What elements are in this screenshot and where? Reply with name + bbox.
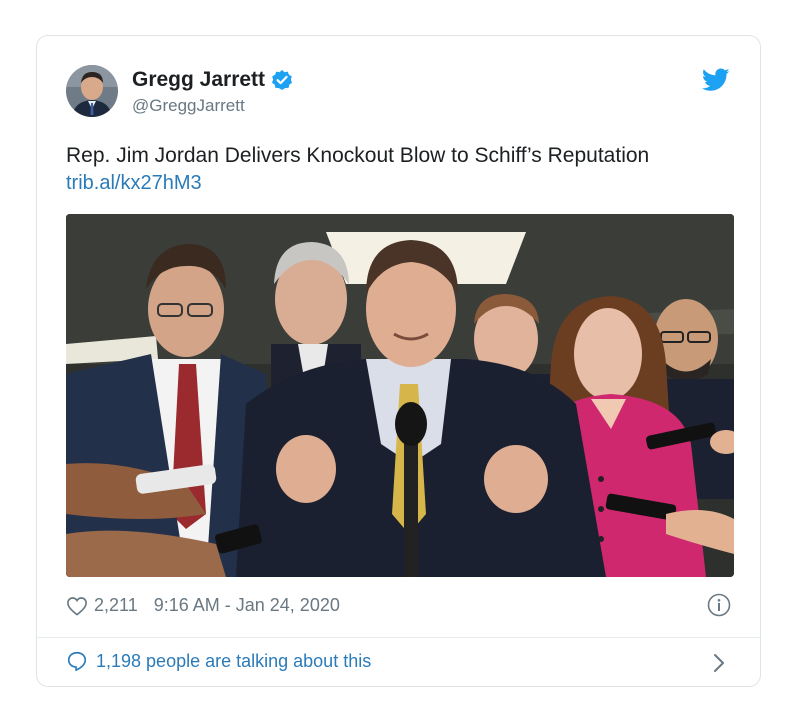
conversation-link[interactable]: 1,198 people are talking about this bbox=[66, 650, 371, 672]
chevron-right-icon[interactable] bbox=[712, 652, 726, 674]
like-count[interactable]: 2,211 bbox=[94, 595, 138, 616]
verified-badge-icon bbox=[271, 69, 293, 91]
author-display-name[interactable]: Gregg Jarrett bbox=[132, 68, 265, 92]
tweet-text: Rep. Jim Jordan Delivers Knockout Blow t… bbox=[66, 144, 650, 167]
heart-icon[interactable] bbox=[66, 596, 88, 616]
avatar[interactable] bbox=[66, 65, 118, 117]
divider bbox=[37, 637, 760, 638]
tweet-card[interactable]: Gregg Jarrett @GreggJarrett Rep. Jim Jor… bbox=[36, 35, 761, 687]
author-handle[interactable]: @GreggJarrett bbox=[132, 96, 245, 116]
twitter-bird-icon[interactable] bbox=[701, 68, 730, 92]
conversation-text[interactable]: 1,198 people are talking about this bbox=[96, 651, 371, 672]
speech-bubble-icon bbox=[67, 651, 87, 671]
info-icon[interactable] bbox=[707, 593, 731, 617]
author-name-row[interactable]: Gregg Jarrett bbox=[132, 68, 293, 92]
tweet-meta: 2,211 9:16 AM - Jan 24, 2020 bbox=[66, 595, 340, 616]
tweet-link[interactable]: trib.al/kx27hM3 bbox=[66, 172, 202, 195]
tweet-timestamp[interactable]: 9:16 AM - Jan 24, 2020 bbox=[154, 595, 340, 616]
press-conference-photo[interactable] bbox=[66, 214, 734, 577]
